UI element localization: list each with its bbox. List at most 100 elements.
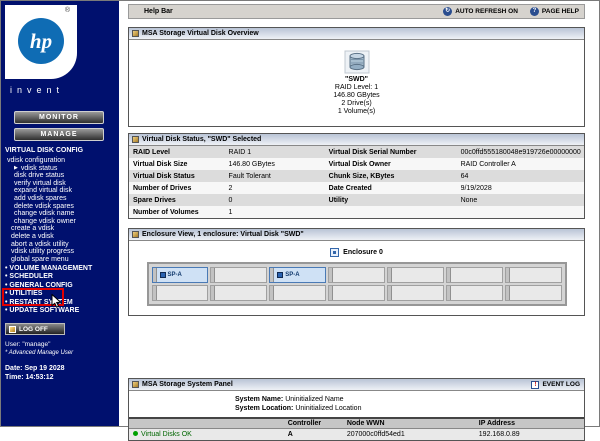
status-label: Number of Volumes [133, 208, 199, 216]
sidebar-item-vdisk-configuration[interactable]: vdisk configuration [1, 157, 119, 165]
virtual-disks-status[interactable]: Virtual Disks OK [129, 428, 284, 440]
status-value: 146.80 GBytes [228, 160, 275, 168]
enclosure-view-panel: Enclosure View, 1 enclosure: Virtual Dis… [128, 228, 585, 316]
time-label: Time: [5, 373, 24, 381]
sidebar-item-change-vdisk-name[interactable]: change vdisk name [1, 210, 119, 218]
sidebar-item-add-vdisk-spares[interactable]: add vdisk spares [1, 195, 119, 203]
log-off-label: LOG OFF [19, 325, 48, 333]
drive-bay-empty [445, 267, 503, 283]
time-line: Time: 14:53:12 [5, 374, 65, 383]
panel-cube-icon [132, 136, 139, 143]
sidebar-item-update-software[interactable]: UPDATE SOFTWARE [1, 307, 119, 315]
event-log-label: EVENT LOG [542, 381, 580, 388]
log-off-button[interactable]: LOG OFF [5, 323, 65, 335]
raid-level-line: RAID Level: 1 [334, 84, 379, 91]
help-bar: Help Bar ↻ AUTO REFRESH ON ? PAGE HELP [128, 4, 585, 19]
virtual-disk-status-panel: Virtual Disk Status, "SWD" Selected RAID… [128, 133, 585, 219]
manage-button[interactable]: MANAGE [14, 128, 104, 141]
controller-id: A [283, 428, 343, 440]
help-bar-buttons: ↻ AUTO REFRESH ON ? PAGE HELP [443, 7, 579, 16]
disk-size-line: 146.80 GBytes [333, 92, 380, 99]
controller-table: Controller Node WWN IP Address Virtual D… [129, 417, 584, 440]
drive-bay-spa[interactable]: SP-A [151, 267, 209, 283]
sidebar-item-expand-virtual-disk[interactable]: expand virtual disk [1, 187, 119, 195]
sidebar-item-vdisk-status[interactable]: ▶ vdisk status [1, 165, 119, 173]
drive-bay-empty [328, 285, 385, 301]
sidebar-section-title: VIRTUAL DISK CONFIG [5, 147, 84, 154]
status-value: 2 [228, 184, 233, 192]
sidebar-item-scheduler[interactable]: SCHEDULER [1, 273, 119, 281]
drive-bay-empty [504, 285, 562, 301]
system-location-value: Uninitialized Location [295, 405, 362, 412]
table-row: Number of Drives 2 Date Created 9/19/202… [129, 182, 584, 194]
status-label: Number of Drives [133, 184, 192, 192]
sidebar-item-disk-drive-status[interactable]: disk drive status [1, 172, 119, 180]
table-row: Virtual Disk Size 146.80 GBytes Virtual … [129, 158, 584, 170]
sidebar-menu: vdisk configuration ▶ vdisk status disk … [1, 157, 119, 263]
page-help-label: PAGE HELP [541, 8, 579, 15]
panel-cube-icon [132, 381, 139, 388]
node-wwn-value: 207000c0ffd54ed1 [342, 428, 475, 440]
sidebar-item-abort-a-vdisk-utility[interactable]: abort a vdisk utility [1, 241, 119, 249]
sidebar: ® hp invent MONITOR MANAGE VIRTUAL DISK … [1, 1, 119, 426]
user-info: User: "manage" * Advanced Manage User [5, 341, 73, 357]
page-help-icon: ? [529, 7, 539, 16]
enclosure-view-header: Enclosure View, 1 enclosure: Virtual Dis… [129, 229, 584, 241]
sidebar-item-verify-virtual-disk[interactable]: verify virtual disk [1, 180, 119, 188]
status-label: RAID Level [133, 148, 170, 156]
system-name-line: System Name: Uninitialized Name [129, 395, 584, 404]
system-panel: MSA Storage System Panel ! EVENT LOG Sys… [128, 378, 585, 441]
sidebar-item-label: vdisk status [20, 164, 58, 172]
status-label [325, 206, 457, 218]
sidebar-item-delete-vdisk-spares[interactable]: delete vdisk spares [1, 203, 119, 211]
status-label: Utility [328, 196, 349, 204]
auto-refresh-button[interactable]: ↻ AUTO REFRESH ON [443, 7, 518, 16]
status-label: Virtual Disk Size [133, 160, 188, 168]
status-value: 64 [460, 172, 469, 180]
system-name-value: Uninitialized Name [285, 396, 344, 403]
page-help-button[interactable]: ? PAGE HELP [529, 7, 579, 16]
status-label: Virtual Disk Status [133, 172, 195, 180]
auto-refresh-label: AUTO REFRESH ON [455, 8, 518, 15]
registered-mark-icon: ® [64, 7, 70, 14]
event-log-button[interactable]: ! EVENT LOG [531, 380, 580, 389]
drive-bay-label: SP-A [167, 272, 182, 278]
status-value: 1 [228, 208, 233, 216]
status-value: RAID 1 [228, 148, 252, 156]
sidebar-sections: VOLUME MANAGEMENT SCHEDULER GENERAL CONF… [1, 265, 119, 315]
hp-invent-tagline: invent [10, 85, 65, 95]
hp-logo: ® hp [5, 5, 77, 79]
enclosure-graphic: SP-A SP-A [146, 262, 567, 306]
enclosure-icon [330, 248, 340, 257]
date-line: Date: Sep 19 2028 [5, 365, 65, 374]
sidebar-item-global-spare-menu[interactable]: global spare menu [1, 256, 119, 264]
drive-bay-empty [328, 267, 385, 283]
system-panel-header: MSA Storage System Panel ! EVENT LOG [129, 379, 584, 391]
sidebar-item-delete-a-vdisk[interactable]: delete a vdisk [1, 233, 119, 241]
drive-bay-empty [386, 285, 444, 301]
sidebar-item-create-a-vdisk[interactable]: create a vdisk [1, 225, 119, 233]
drive-bay-label: SP-A [285, 272, 300, 278]
status-ok-icon [133, 431, 138, 436]
status-value: RAID Controller A [460, 160, 516, 168]
sidebar-item-volume-management[interactable]: VOLUME MANAGEMENT [1, 265, 119, 273]
table-row: Number of Volumes 1 [129, 206, 584, 218]
date-label: Date: [5, 365, 23, 372]
sidebar-item-change-vdisk-owner[interactable]: change vdisk owner [1, 218, 119, 226]
monitor-button[interactable]: MONITOR [14, 111, 104, 124]
table-row: Spare Drives 0 Utility None [129, 194, 584, 206]
virtual-disk-name: "SWD" [345, 76, 368, 83]
drive-bay-spa[interactable]: SP-A [269, 267, 327, 283]
table-row: Virtual Disk Status Fault Tolerant Chunk… [129, 170, 584, 182]
system-location-label: System Location: [235, 405, 294, 412]
status-label: Virtual Disk Serial Number [328, 148, 417, 156]
drive-bay-empty [445, 285, 503, 301]
status-value: 0 [228, 196, 233, 204]
system-panel-body: System Name: Uninitialized Name System L… [129, 391, 584, 440]
sidebar-item-vdisk-utility-progress[interactable]: vdisk utility progress [1, 248, 119, 256]
panel-title: MSA Storage System Panel [142, 381, 233, 388]
current-item-marker-icon: ▶ [14, 164, 18, 171]
virtual-disk-icon[interactable] [344, 50, 370, 74]
user-name-text: User: "manage" [5, 341, 51, 348]
status-value [457, 206, 584, 218]
